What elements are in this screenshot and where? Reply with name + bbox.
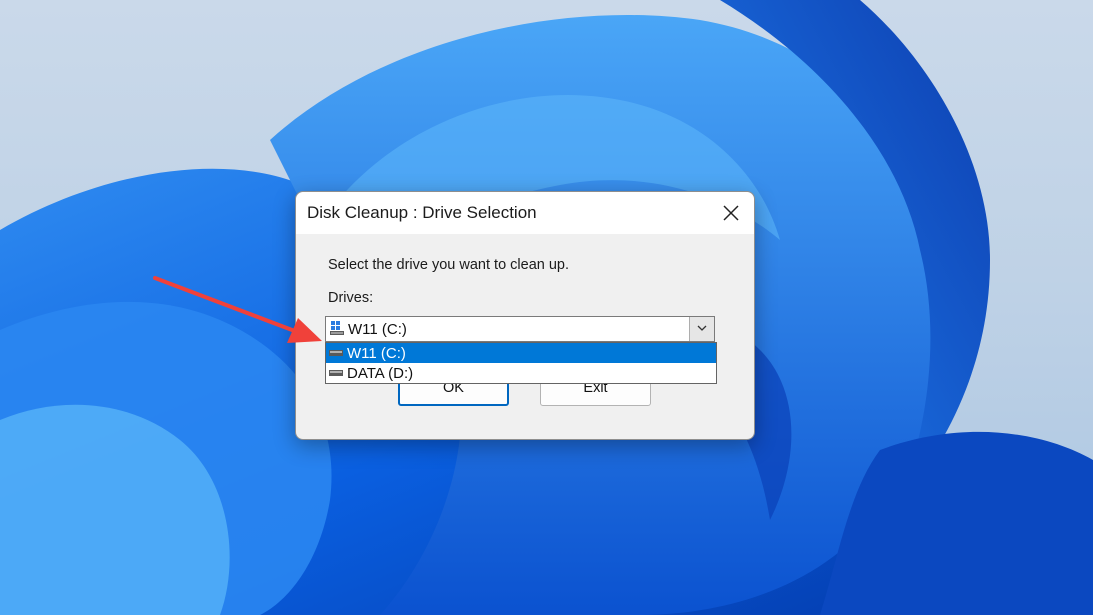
dialog-titlebar[interactable]: Disk Cleanup : Drive Selection (296, 192, 754, 234)
drives-combobox[interactable]: W11 (C:) (325, 316, 715, 342)
drive-option-d[interactable]: DATA (D:) (326, 363, 716, 383)
drive-option-c[interactable]: W11 (C:) (326, 343, 716, 363)
drive-icon (329, 370, 343, 376)
drive-icon (329, 350, 343, 356)
dialog-title: Disk Cleanup : Drive Selection (307, 203, 537, 222)
drives-label: Drives: (328, 290, 374, 306)
close-button[interactable] (708, 192, 754, 234)
windows-drive-icon (330, 321, 344, 335)
drive-option-label: W11 (C:) (347, 345, 406, 362)
combo-dropdown-button[interactable] (689, 317, 714, 341)
disk-cleanup-dialog: Disk Cleanup : Drive Selection Select th… (295, 191, 755, 440)
combo-selected-value: W11 (C:) (348, 321, 407, 338)
drive-option-label: DATA (D:) (347, 365, 414, 382)
drives-dropdown-list: W11 (C:) DATA (D:) (325, 342, 717, 384)
chevron-down-icon (697, 325, 707, 331)
instruction-text: Select the drive you want to clean up. (328, 257, 570, 273)
close-icon (723, 205, 739, 221)
